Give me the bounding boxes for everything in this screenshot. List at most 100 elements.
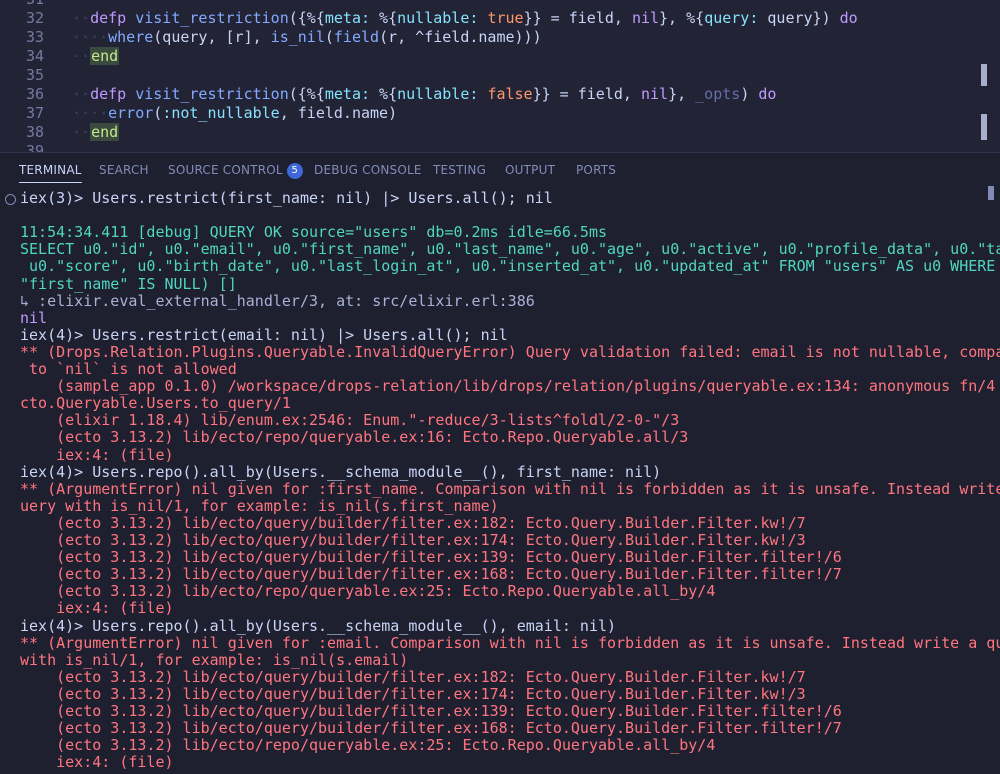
code-token: error <box>108 104 154 122</box>
code-token: _opts <box>695 85 741 103</box>
editor-scrollbar-marker[interactable] <box>981 64 987 86</box>
tab-label: TERMINAL <box>19 163 82 177</box>
source-control-count-badge: 5 <box>286 163 303 179</box>
terminal-output-line: (ecto 3.13.2) lib/ecto/query/builder/fil… <box>20 667 806 686</box>
terminal-output-line: to `nil` is not allowed <box>20 360 237 378</box>
code-editor[interactable]: 31 32 ··defp visit_restriction({%{meta: %… <box>0 0 1000 152</box>
indent-guide: ·· <box>72 123 91 141</box>
line-number: 34 <box>25 47 44 65</box>
code-token: visit_restriction <box>135 9 289 27</box>
code-token: nullable: <box>397 9 479 27</box>
code-token: %{ <box>370 9 398 27</box>
terminal-output-line: "first_name" IS NULL) [] <box>20 274 237 293</box>
terminal-output-line: ** (ArgumentError) nil given for :first_… <box>20 479 1000 498</box>
code-token: end <box>90 123 120 141</box>
code-token: where <box>108 28 154 46</box>
indent-guide: ·· <box>72 85 91 103</box>
code-token: (r, ^field.name))) <box>379 28 542 46</box>
code-text: ····error(:not_nullable, field.name) <box>72 104 397 123</box>
terminal-scrollbar[interactable] <box>988 186 994 200</box>
code-token: false <box>487 85 533 103</box>
editor-line: 34 ··end <box>0 47 990 66</box>
terminal-output-line: iex:4: (file) <box>20 445 174 464</box>
code-token: }, %{ <box>659 9 705 27</box>
tab-debug-console[interactable]: DEBUG CONSOLE <box>314 163 422 177</box>
terminal-output-line: (ecto 3.13.2) lib/ecto/repo/queryable.ex… <box>20 428 689 447</box>
code-text: ··defp visit_restriction({%{meta: %{null… <box>72 85 776 104</box>
line-number: 31 <box>0 0 44 9</box>
code-token: end <box>90 47 120 65</box>
code-token: %{ <box>370 85 398 103</box>
code-token: ( <box>324 28 334 46</box>
code-token: do <box>839 9 858 27</box>
line-number: 37 <box>25 104 44 122</box>
editor-line: 32 ··defp visit_restriction({%{meta: %{nu… <box>0 9 990 28</box>
code-token: ( <box>153 104 163 122</box>
terminal-output-line: iex:4: (file) <box>20 599 174 618</box>
line-number: 38 <box>25 123 44 141</box>
editor-line: 33 ····where(query, [r], is_nil(field(r, … <box>0 28 990 47</box>
tab-label: PORTS <box>576 163 617 177</box>
line-number: 39 <box>25 142 44 152</box>
terminal-output-line: with is_nil/1, for example: is_nil(s.ema… <box>20 650 409 669</box>
editor-line: 35 <box>0 66 990 85</box>
terminal-output-line: (sample_app 0.1.0) /workspace/drops-rela… <box>20 377 1000 396</box>
code-token: }} = field, <box>532 85 641 103</box>
code-token: defp <box>90 9 127 27</box>
code-token: query}) <box>758 9 840 27</box>
code-token: is_nil <box>270 28 325 46</box>
code-text: ··end <box>72 123 120 142</box>
code-token: nullable: <box>397 85 479 103</box>
terminal-output-line: (ecto 3.13.2) lib/ecto/repo/queryable.ex… <box>20 736 716 755</box>
terminal-output-line: ↳ :elixir.eval_external_handler/3, at: s… <box>20 291 535 310</box>
terminal-output-line: (ecto 3.13.2) lib/ecto/query/builder/fil… <box>20 719 842 738</box>
code-token: ({%{ <box>288 9 325 27</box>
code-token: field <box>333 28 380 46</box>
code-token: nil <box>640 85 669 103</box>
editor-line: 36 ··defp visit_restriction({%{meta: %{nu… <box>0 85 990 104</box>
terminal-output[interactable]: iex(3)> Users.restrict(first_name: nil) … <box>0 186 1000 774</box>
tab-output[interactable]: OUTPUT <box>505 163 555 177</box>
line-number: 32 <box>25 9 44 27</box>
terminal-output-line: (ecto 3.13.2) lib/ecto/query/builder/fil… <box>20 684 806 703</box>
terminal-output-line: (ecto 3.13.2) lib/ecto/query/builder/fil… <box>20 565 842 584</box>
editor-scrollbar-marker[interactable] <box>981 114 987 140</box>
terminal-output-line: uery with is_nil/1, for example: is_nil(… <box>20 496 499 515</box>
terminal-output-line: (ecto 3.13.2) lib/ecto/repo/queryable.ex… <box>20 582 716 601</box>
terminal-output-line: iex:4: (file) <box>20 753 174 772</box>
code-token: nil <box>631 9 660 27</box>
tab-search[interactable]: SEARCH <box>99 163 149 177</box>
terminal-output-line: SELECT u0."id", u0."email", u0."first_na… <box>20 240 1000 259</box>
terminal-prompt-line: iex(4)> Users.repo().all_by(Users.__sche… <box>20 616 617 635</box>
terminal-prompt-line: iex(3)> Users.restrict(first_name: nil) … <box>20 189 553 207</box>
code-token: true <box>487 9 524 27</box>
terminal-output-line: nil <box>20 308 48 327</box>
terminal-prompt-line: iex(4)> Users.repo().all_by(Users.__sche… <box>20 462 662 481</box>
code-token: do <box>758 85 777 103</box>
terminal-output-line: u0."score", u0."birth_date", u0."last_lo… <box>20 257 1000 276</box>
code-token: defp <box>90 85 127 103</box>
tab-label: TESTING <box>433 163 487 177</box>
terminal-output-line: ** (ArgumentError) nil given for :email.… <box>20 633 1000 652</box>
tab-source-control[interactable]: SOURCE CONTROL 5 <box>168 163 303 179</box>
indent-guide: ·· <box>72 47 91 65</box>
editor-line: 39 <box>0 142 990 152</box>
tab-ports[interactable]: PORTS <box>576 163 616 177</box>
code-token: ) <box>740 85 759 103</box>
command-decoration-icon[interactable] <box>5 194 16 205</box>
code-text: ··defp visit_restriction({%{meta: %{null… <box>72 9 858 28</box>
editor-line: 31 <box>0 0 990 9</box>
code-token: }, <box>668 85 696 103</box>
tab-terminal[interactable]: TERMINAL <box>19 163 82 183</box>
code-text: ··end <box>72 47 120 66</box>
terminal-prompt-line: iex(4)> Users.restrict(email: nil) |> Us… <box>20 325 508 344</box>
terminal-output-line: (ecto 3.13.2) lib/ecto/query/builder/fil… <box>20 531 806 549</box>
terminal-output-line: cto.Queryable.Users.to_query/1 <box>20 394 291 413</box>
terminal-output-line: (ecto 3.13.2) lib/ecto/query/builder/fil… <box>20 513 806 532</box>
panel-tab-bar: TERMINAL SEARCH SOURCE CONTROL 5 DEBUG CONSO… <box>0 152 1000 186</box>
code-token: , field.name) <box>279 104 398 122</box>
tab-testing[interactable]: TESTING <box>433 163 486 177</box>
terminal-output-line: (ecto 3.13.2) lib/ecto/query/builder/fil… <box>20 702 842 720</box>
